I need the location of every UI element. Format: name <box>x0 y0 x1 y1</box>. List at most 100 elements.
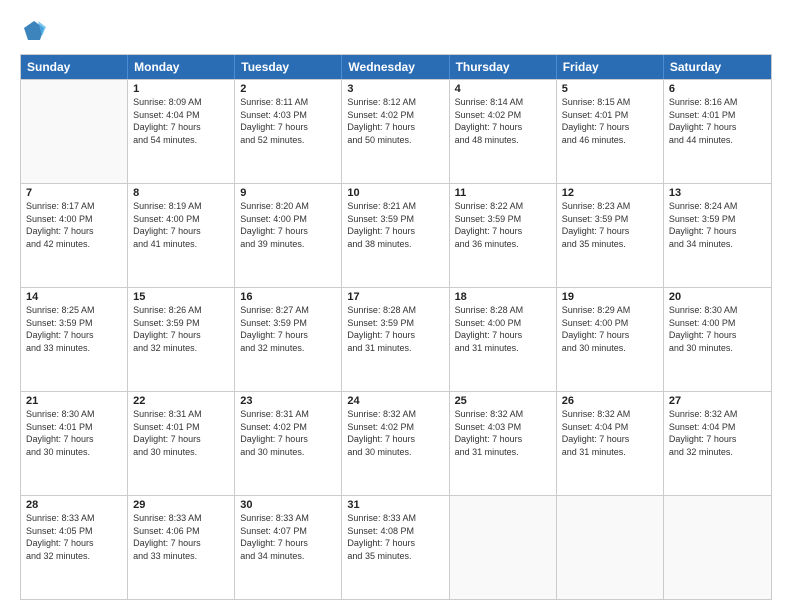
calendar-cell: 3Sunrise: 8:12 AM Sunset: 4:02 PM Daylig… <box>342 80 449 183</box>
calendar-cell: 7Sunrise: 8:17 AM Sunset: 4:00 PM Daylig… <box>21 184 128 287</box>
calendar-cell: 26Sunrise: 8:32 AM Sunset: 4:04 PM Dayli… <box>557 392 664 495</box>
cell-info: Sunrise: 8:12 AM Sunset: 4:02 PM Dayligh… <box>347 96 443 146</box>
day-number: 2 <box>240 83 336 95</box>
cell-info: Sunrise: 8:21 AM Sunset: 3:59 PM Dayligh… <box>347 200 443 250</box>
day-number: 19 <box>562 291 658 303</box>
cell-info: Sunrise: 8:27 AM Sunset: 3:59 PM Dayligh… <box>240 304 336 354</box>
calendar-cell: 28Sunrise: 8:33 AM Sunset: 4:05 PM Dayli… <box>21 496 128 599</box>
header <box>20 18 772 46</box>
calendar-cell <box>664 496 771 599</box>
day-number: 27 <box>669 395 766 407</box>
calendar-body: 1Sunrise: 8:09 AM Sunset: 4:04 PM Daylig… <box>21 79 771 599</box>
day-number: 1 <box>133 83 229 95</box>
day-number: 4 <box>455 83 551 95</box>
cell-info: Sunrise: 8:20 AM Sunset: 4:00 PM Dayligh… <box>240 200 336 250</box>
logo <box>20 18 52 46</box>
day-number: 15 <box>133 291 229 303</box>
calendar-cell: 20Sunrise: 8:30 AM Sunset: 4:00 PM Dayli… <box>664 288 771 391</box>
cell-info: Sunrise: 8:25 AM Sunset: 3:59 PM Dayligh… <box>26 304 122 354</box>
cell-info: Sunrise: 8:24 AM Sunset: 3:59 PM Dayligh… <box>669 200 766 250</box>
cell-info: Sunrise: 8:16 AM Sunset: 4:01 PM Dayligh… <box>669 96 766 146</box>
cell-info: Sunrise: 8:33 AM Sunset: 4:07 PM Dayligh… <box>240 512 336 562</box>
day-number: 22 <box>133 395 229 407</box>
day-number: 8 <box>133 187 229 199</box>
cell-info: Sunrise: 8:32 AM Sunset: 4:04 PM Dayligh… <box>669 408 766 458</box>
calendar-row-3: 14Sunrise: 8:25 AM Sunset: 3:59 PM Dayli… <box>21 287 771 391</box>
day-number: 26 <box>562 395 658 407</box>
cell-info: Sunrise: 8:33 AM Sunset: 4:08 PM Dayligh… <box>347 512 443 562</box>
logo-icon <box>20 18 48 46</box>
calendar-cell: 6Sunrise: 8:16 AM Sunset: 4:01 PM Daylig… <box>664 80 771 183</box>
day-number: 12 <box>562 187 658 199</box>
day-number: 21 <box>26 395 122 407</box>
calendar-cell: 19Sunrise: 8:29 AM Sunset: 4:00 PM Dayli… <box>557 288 664 391</box>
cell-info: Sunrise: 8:28 AM Sunset: 4:00 PM Dayligh… <box>455 304 551 354</box>
header-day-friday: Friday <box>557 55 664 79</box>
page: SundayMondayTuesdayWednesdayThursdayFrid… <box>0 0 792 612</box>
day-number: 6 <box>669 83 766 95</box>
cell-info: Sunrise: 8:09 AM Sunset: 4:04 PM Dayligh… <box>133 96 229 146</box>
calendar-cell: 23Sunrise: 8:31 AM Sunset: 4:02 PM Dayli… <box>235 392 342 495</box>
day-number: 5 <box>562 83 658 95</box>
cell-info: Sunrise: 8:17 AM Sunset: 4:00 PM Dayligh… <box>26 200 122 250</box>
calendar-cell: 2Sunrise: 8:11 AM Sunset: 4:03 PM Daylig… <box>235 80 342 183</box>
calendar-cell: 25Sunrise: 8:32 AM Sunset: 4:03 PM Dayli… <box>450 392 557 495</box>
day-number: 9 <box>240 187 336 199</box>
day-number: 16 <box>240 291 336 303</box>
calendar-cell: 9Sunrise: 8:20 AM Sunset: 4:00 PM Daylig… <box>235 184 342 287</box>
day-number: 3 <box>347 83 443 95</box>
cell-info: Sunrise: 8:14 AM Sunset: 4:02 PM Dayligh… <box>455 96 551 146</box>
header-day-sunday: Sunday <box>21 55 128 79</box>
cell-info: Sunrise: 8:22 AM Sunset: 3:59 PM Dayligh… <box>455 200 551 250</box>
cell-info: Sunrise: 8:31 AM Sunset: 4:02 PM Dayligh… <box>240 408 336 458</box>
header-day-wednesday: Wednesday <box>342 55 449 79</box>
calendar-cell <box>450 496 557 599</box>
cell-info: Sunrise: 8:19 AM Sunset: 4:00 PM Dayligh… <box>133 200 229 250</box>
cell-info: Sunrise: 8:29 AM Sunset: 4:00 PM Dayligh… <box>562 304 658 354</box>
calendar-row-1: 1Sunrise: 8:09 AM Sunset: 4:04 PM Daylig… <box>21 79 771 183</box>
day-number: 31 <box>347 499 443 511</box>
day-number: 23 <box>240 395 336 407</box>
calendar-cell: 21Sunrise: 8:30 AM Sunset: 4:01 PM Dayli… <box>21 392 128 495</box>
day-number: 10 <box>347 187 443 199</box>
cell-info: Sunrise: 8:32 AM Sunset: 4:02 PM Dayligh… <box>347 408 443 458</box>
cell-info: Sunrise: 8:32 AM Sunset: 4:03 PM Dayligh… <box>455 408 551 458</box>
calendar-row-5: 28Sunrise: 8:33 AM Sunset: 4:05 PM Dayli… <box>21 495 771 599</box>
calendar: SundayMondayTuesdayWednesdayThursdayFrid… <box>20 54 772 600</box>
cell-info: Sunrise: 8:32 AM Sunset: 4:04 PM Dayligh… <box>562 408 658 458</box>
cell-info: Sunrise: 8:11 AM Sunset: 4:03 PM Dayligh… <box>240 96 336 146</box>
calendar-cell <box>21 80 128 183</box>
header-day-tuesday: Tuesday <box>235 55 342 79</box>
day-number: 18 <box>455 291 551 303</box>
day-number: 14 <box>26 291 122 303</box>
cell-info: Sunrise: 8:30 AM Sunset: 4:00 PM Dayligh… <box>669 304 766 354</box>
day-number: 29 <box>133 499 229 511</box>
calendar-cell: 15Sunrise: 8:26 AM Sunset: 3:59 PM Dayli… <box>128 288 235 391</box>
calendar-cell: 4Sunrise: 8:14 AM Sunset: 4:02 PM Daylig… <box>450 80 557 183</box>
calendar-row-2: 7Sunrise: 8:17 AM Sunset: 4:00 PM Daylig… <box>21 183 771 287</box>
day-number: 24 <box>347 395 443 407</box>
day-number: 20 <box>669 291 766 303</box>
cell-info: Sunrise: 8:30 AM Sunset: 4:01 PM Dayligh… <box>26 408 122 458</box>
calendar-cell: 10Sunrise: 8:21 AM Sunset: 3:59 PM Dayli… <box>342 184 449 287</box>
calendar-cell: 5Sunrise: 8:15 AM Sunset: 4:01 PM Daylig… <box>557 80 664 183</box>
calendar-cell: 8Sunrise: 8:19 AM Sunset: 4:00 PM Daylig… <box>128 184 235 287</box>
calendar-cell: 11Sunrise: 8:22 AM Sunset: 3:59 PM Dayli… <box>450 184 557 287</box>
day-number: 28 <box>26 499 122 511</box>
header-day-saturday: Saturday <box>664 55 771 79</box>
calendar-cell: 13Sunrise: 8:24 AM Sunset: 3:59 PM Dayli… <box>664 184 771 287</box>
calendar-cell: 1Sunrise: 8:09 AM Sunset: 4:04 PM Daylig… <box>128 80 235 183</box>
calendar-cell: 17Sunrise: 8:28 AM Sunset: 3:59 PM Dayli… <box>342 288 449 391</box>
calendar-cell: 27Sunrise: 8:32 AM Sunset: 4:04 PM Dayli… <box>664 392 771 495</box>
day-number: 17 <box>347 291 443 303</box>
header-day-monday: Monday <box>128 55 235 79</box>
cell-info: Sunrise: 8:31 AM Sunset: 4:01 PM Dayligh… <box>133 408 229 458</box>
calendar-cell: 12Sunrise: 8:23 AM Sunset: 3:59 PM Dayli… <box>557 184 664 287</box>
calendar-header: SundayMondayTuesdayWednesdayThursdayFrid… <box>21 55 771 79</box>
calendar-cell: 31Sunrise: 8:33 AM Sunset: 4:08 PM Dayli… <box>342 496 449 599</box>
cell-info: Sunrise: 8:23 AM Sunset: 3:59 PM Dayligh… <box>562 200 658 250</box>
header-day-thursday: Thursday <box>450 55 557 79</box>
calendar-cell: 24Sunrise: 8:32 AM Sunset: 4:02 PM Dayli… <box>342 392 449 495</box>
calendar-cell: 18Sunrise: 8:28 AM Sunset: 4:00 PM Dayli… <box>450 288 557 391</box>
calendar-cell: 16Sunrise: 8:27 AM Sunset: 3:59 PM Dayli… <box>235 288 342 391</box>
